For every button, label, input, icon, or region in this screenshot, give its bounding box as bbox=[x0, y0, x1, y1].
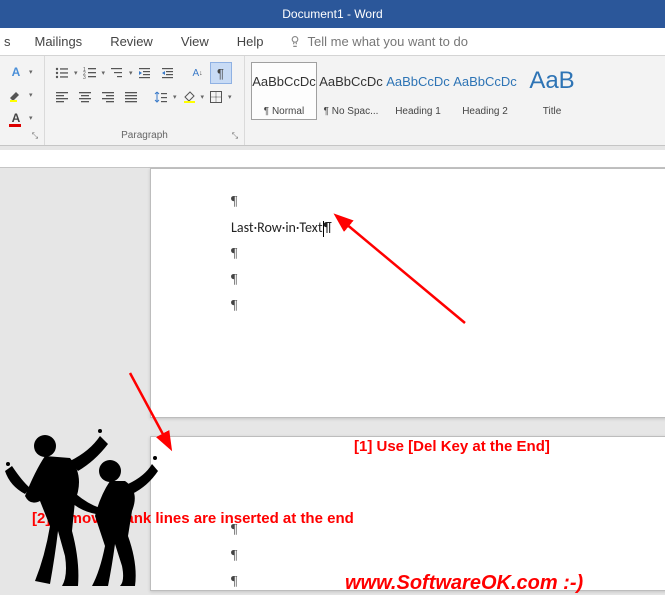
outdent-icon bbox=[138, 66, 152, 80]
indent-icon bbox=[161, 66, 175, 80]
styles-group: AaBbCcDc¶ NormalAaBbCcDc¶ No Spac...AaBb… bbox=[245, 56, 665, 145]
document-line[interactable]: ¶ bbox=[231, 241, 629, 267]
document-line[interactable]: Last·Row·in·Text¶ bbox=[231, 215, 629, 241]
dialog-launcher-icon[interactable]: ⤡ bbox=[28, 129, 42, 143]
document-area: ¶Last·Row·in·Text¶¶¶¶ ¶¶¶ [1] Use [Del K… bbox=[0, 168, 665, 586]
bullets-button[interactable] bbox=[51, 62, 73, 84]
justify-button[interactable] bbox=[120, 86, 142, 108]
line-spacing-button[interactable] bbox=[150, 86, 172, 108]
text-effects-button[interactable]: A bbox=[6, 62, 26, 82]
pilcrow-icon: ¶ bbox=[217, 66, 224, 81]
document-line[interactable]: ¶ bbox=[231, 189, 629, 215]
ruler[interactable] bbox=[0, 150, 665, 168]
sort-button[interactable]: A↓ bbox=[187, 62, 209, 84]
style-name: Title bbox=[543, 106, 562, 117]
dropdown-arrow-icon[interactable]: ▾ bbox=[29, 114, 33, 122]
svg-text:3: 3 bbox=[83, 75, 86, 80]
page-1[interactable]: ¶Last·Row·in·Text¶¶¶¶ bbox=[150, 168, 665, 418]
show-hide-marks-button[interactable]: ¶ bbox=[210, 62, 232, 84]
tab-view[interactable]: View bbox=[167, 28, 223, 56]
decorative-silhouette bbox=[0, 416, 160, 586]
style-item-4[interactable]: AaB Title bbox=[519, 62, 585, 120]
dropdown-arrow-icon[interactable]: ▾ bbox=[29, 68, 33, 76]
numbering-icon: 123 bbox=[83, 66, 97, 80]
align-right-button[interactable] bbox=[97, 86, 119, 108]
style-name: ¶ No Spac... bbox=[324, 106, 379, 117]
dropdown-arrow-icon[interactable]: ▾ bbox=[228, 93, 232, 101]
align-right-icon bbox=[101, 90, 115, 104]
tab-partial[interactable]: s bbox=[0, 28, 21, 56]
tell-me-search[interactable]: Tell me what you want to do bbox=[288, 34, 468, 49]
paint-bucket-icon bbox=[182, 90, 196, 104]
style-item-0[interactable]: AaBbCcDc ¶ Normal bbox=[251, 62, 317, 120]
style-item-3[interactable]: AaBbCcDc Heading 2 bbox=[452, 62, 518, 120]
dropdown-arrow-icon[interactable]: ▾ bbox=[129, 69, 133, 77]
text-cursor bbox=[323, 221, 324, 237]
bullets-icon bbox=[55, 66, 69, 80]
style-item-2[interactable]: AaBbCcDc Heading 1 bbox=[385, 62, 451, 120]
increase-indent-button[interactable] bbox=[157, 62, 179, 84]
align-left-icon bbox=[55, 90, 69, 104]
ribbon-body: A ▾ ▾ A ▾ ⤡ ▾ bbox=[0, 56, 665, 146]
dropdown-arrow-icon[interactable]: ▾ bbox=[201, 93, 205, 101]
dialog-launcher-icon[interactable]: ⤡ bbox=[228, 129, 242, 143]
annotation-website: www.SoftwareOK.com :-) bbox=[345, 572, 583, 595]
dropdown-arrow-icon[interactable]: ▾ bbox=[102, 69, 106, 77]
style-name: Heading 2 bbox=[462, 106, 508, 117]
borders-icon bbox=[209, 90, 223, 104]
tab-help[interactable]: Help bbox=[223, 28, 278, 56]
style-preview: AaBbCcDc bbox=[386, 67, 450, 95]
borders-button[interactable] bbox=[205, 86, 227, 108]
paragraph-group-label: Paragraph bbox=[51, 130, 238, 143]
tab-mailings[interactable]: Mailings bbox=[21, 28, 97, 56]
highlighter-icon bbox=[8, 87, 24, 103]
highlight-button[interactable] bbox=[6, 85, 26, 105]
style-item-1[interactable]: AaBbCcDc ¶ No Spac... bbox=[318, 62, 384, 120]
document-line[interactable]: ¶ bbox=[231, 267, 629, 293]
document-line[interactable]: ¶ bbox=[231, 293, 629, 319]
title-bar: Document1 - Word bbox=[0, 0, 665, 28]
style-preview: AaBbCcDc bbox=[319, 67, 383, 95]
paragraph-group: ▾ 123 ▾ ▾ A↓ ¶ ▾ ▾ bbox=[45, 56, 245, 145]
style-name: ¶ Normal bbox=[264, 106, 304, 117]
style-preview: AaB bbox=[529, 67, 574, 95]
shading-button[interactable] bbox=[178, 86, 200, 108]
annotation-1: [1] Use [Del Key at the End] bbox=[354, 438, 550, 455]
align-center-icon bbox=[78, 90, 92, 104]
tell-me-placeholder: Tell me what you want to do bbox=[308, 34, 468, 49]
tab-review[interactable]: Review bbox=[96, 28, 167, 56]
numbering-button[interactable]: 123 bbox=[79, 62, 101, 84]
style-name: Heading 1 bbox=[395, 106, 441, 117]
line-spacing-icon bbox=[154, 90, 168, 104]
multilevel-list-button[interactable] bbox=[106, 62, 128, 84]
title-text: Document1 - Word bbox=[282, 7, 382, 21]
font-color-button[interactable]: A bbox=[6, 108, 26, 128]
ribbon-tabs: s Mailings Review View Help Tell me what… bbox=[0, 28, 665, 56]
style-preview: AaBbCcDc bbox=[453, 67, 517, 95]
lightbulb-icon bbox=[288, 35, 302, 49]
style-preview: AaBbCcDc bbox=[252, 67, 316, 95]
dropdown-arrow-icon[interactable]: ▾ bbox=[29, 91, 33, 99]
dropdown-arrow-icon[interactable]: ▾ bbox=[74, 69, 78, 77]
decrease-indent-button[interactable] bbox=[134, 62, 156, 84]
justify-icon bbox=[124, 90, 138, 104]
document-line[interactable]: ¶ bbox=[231, 543, 629, 569]
dropdown-arrow-icon[interactable]: ▾ bbox=[173, 93, 177, 101]
font-group-fragment: A ▾ ▾ A ▾ ⤡ bbox=[0, 56, 45, 145]
align-center-button[interactable] bbox=[74, 86, 96, 108]
align-left-button[interactable] bbox=[51, 86, 73, 108]
multilevel-icon bbox=[110, 66, 124, 80]
